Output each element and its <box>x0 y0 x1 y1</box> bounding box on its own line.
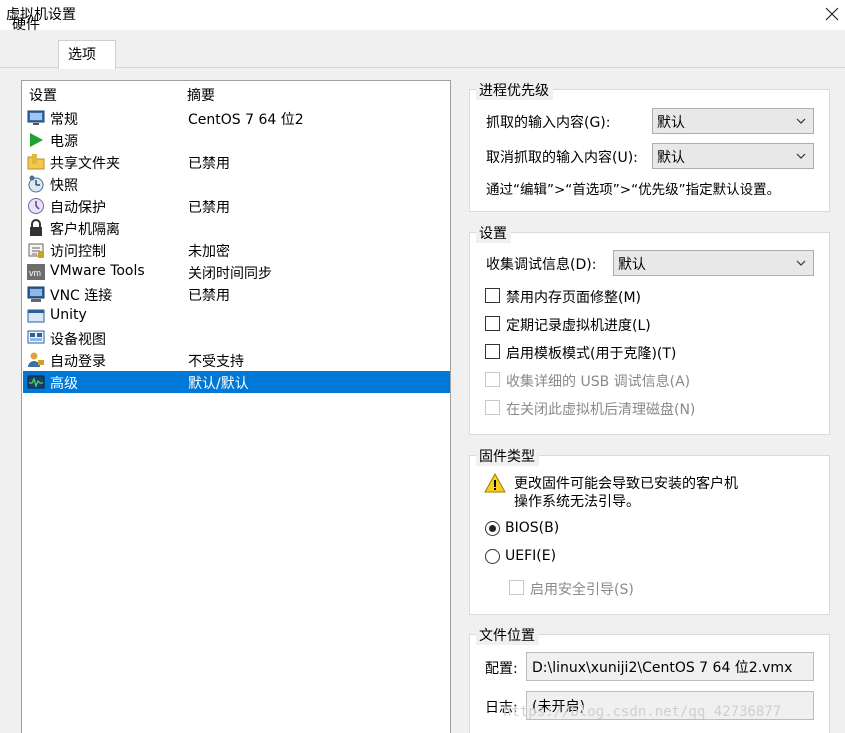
firmware-group-title: 固件类型 <box>476 446 539 466</box>
list-item-summary: CentOS 7 64 位2 <box>188 112 304 128</box>
priority-group-title: 进程优先级 <box>476 80 553 100</box>
access-control-icon <box>28 243 44 258</box>
list-item-label: 快照 <box>50 178 78 194</box>
list-item-label: Unity <box>50 307 87 323</box>
config-path-field[interactable]: D:\linux\xuniji2\CentOS 7 64 位2.vmx <box>526 652 814 681</box>
settings-group-title: 设置 <box>476 223 511 243</box>
monitor-icon <box>27 110 45 125</box>
disable-memory-trim-checkbox[interactable] <box>485 288 500 303</box>
priority-hint: 通过“编辑”>“首选项”>“优先级”指定默认设置。 <box>486 182 781 198</box>
tab-strip <box>0 30 845 68</box>
column-header-setting[interactable]: 设置 <box>29 85 57 105</box>
list-item-label: 访问控制 <box>50 244 106 260</box>
firmware-warning-line1: 更改固件可能会导致已安装的客户机 <box>514 476 738 492</box>
list-item-label: 自动登录 <box>50 354 106 370</box>
disable-memory-trim-label[interactable]: 禁用内存页面修整(M) <box>506 287 641 307</box>
tab-hardware[interactable]: 硬件 <box>7 10 57 38</box>
advanced-icon <box>27 375 45 389</box>
shared-folder-icon <box>27 154 45 170</box>
list-item-general[interactable]: 常规 CentOS 7 64 位2 <box>23 107 450 129</box>
list-item-summary: 未加密 <box>188 244 230 260</box>
ungrab-input-value: 默认 <box>657 150 685 166</box>
clean-disk-checkbox[interactable] <box>485 400 500 415</box>
list-item-summary: 已禁用 <box>188 156 230 172</box>
debug-info-value: 默认 <box>618 257 646 273</box>
log-progress-checkbox[interactable] <box>485 316 500 331</box>
list-item-label: VNC 连接 <box>50 288 113 304</box>
vnc-icon <box>27 286 45 302</box>
list-item-label: 常规 <box>50 112 78 128</box>
usb-debug-label: 收集详细的 USB 调试信息(A) <box>506 374 691 390</box>
list-item-label: 电源 <box>50 134 78 150</box>
list-item-unity[interactable]: Unity <box>23 305 450 327</box>
list-item-label: 高级 <box>50 376 78 392</box>
list-item-summary: 已禁用 <box>188 200 230 216</box>
device-view-icon <box>27 330 45 344</box>
close-button[interactable] <box>818 0 845 28</box>
list-item-summary: 不受支持 <box>188 354 244 370</box>
autoprotect-icon <box>28 198 44 214</box>
secure-boot-checkbox[interactable] <box>509 580 524 595</box>
template-mode-checkbox[interactable] <box>485 344 500 359</box>
list-item-auto-login[interactable]: 自动登录 不受支持 <box>23 349 450 371</box>
config-label: 配置: <box>485 661 518 677</box>
list-item-label: 客户机隔离 <box>50 222 120 238</box>
list-item-access-control[interactable]: 访问控制 未加密 <box>23 239 450 261</box>
file-location-group-title: 文件位置 <box>476 625 539 645</box>
bios-label[interactable]: BIOS(B) <box>505 520 559 536</box>
list-item-guest-isolation[interactable]: 客户机隔离 <box>23 217 450 239</box>
warning-icon <box>484 473 506 493</box>
chevron-down-icon <box>796 260 806 266</box>
template-mode-label[interactable]: 启用模板模式(用于克隆)(T) <box>506 343 676 363</box>
chevron-down-icon <box>796 153 806 159</box>
bios-radio[interactable] <box>485 521 500 536</box>
tab-options[interactable]: 选项 <box>58 40 116 69</box>
title-bar: 虚拟机设置 <box>0 0 845 30</box>
grab-input-dropdown[interactable]: 默认 <box>652 108 814 134</box>
list-item-label: VMware Tools <box>50 263 145 279</box>
list-item-advanced[interactable]: 高级 默认/默认 <box>23 371 450 393</box>
snapshot-icon <box>28 175 44 193</box>
auto-login-icon <box>28 352 44 367</box>
settings-list[interactable]: 设置 摘要 常规 CentOS 7 64 位2 电源 共享文件夹 已禁用 快照 … <box>21 80 451 733</box>
list-item-power[interactable]: 电源 <box>23 129 450 151</box>
grab-input-value: 默认 <box>657 115 685 131</box>
unity-icon <box>27 309 45 323</box>
vmware-tools-icon: vm <box>27 264 45 280</box>
ungrab-input-label: 取消抓取的输入内容(U): <box>486 150 638 166</box>
list-item-vnc[interactable]: VNC 连接 已禁用 <box>23 283 450 305</box>
log-progress-label[interactable]: 定期记录虚拟机进度(L) <box>506 315 651 335</box>
watermark: https://blog.csdn.net/qq_42736877 <box>503 704 782 720</box>
close-icon <box>825 7 838 21</box>
column-header-summary[interactable]: 摘要 <box>187 85 215 105</box>
svg-text:vm: vm <box>29 268 41 278</box>
grab-input-label: 抓取的输入内容(G): <box>486 115 611 131</box>
list-item-label: 自动保护 <box>50 200 106 216</box>
debug-info-dropdown[interactable]: 默认 <box>613 250 814 276</box>
usb-debug-checkbox[interactable] <box>485 372 500 387</box>
secure-boot-label: 启用安全引导(S) <box>530 582 634 598</box>
chevron-down-icon <box>796 118 806 124</box>
play-icon <box>30 133 43 147</box>
list-item-shared-folders[interactable]: 共享文件夹 已禁用 <box>23 151 450 173</box>
config-path-value: D:\linux\xuniji2\CentOS 7 64 位2.vmx <box>532 660 793 676</box>
debug-info-label: 收集调试信息(D): <box>486 257 597 273</box>
ungrab-input-dropdown[interactable]: 默认 <box>652 143 814 169</box>
clean-disk-label: 在关闭此虚拟机后清理磁盘(N) <box>506 402 696 418</box>
list-item-label: 设备视图 <box>50 332 106 348</box>
lock-icon <box>30 219 42 236</box>
list-item-summary: 关闭时间同步 <box>188 266 272 282</box>
list-item-vmware-tools[interactable]: vm VMware Tools 关闭时间同步 <box>23 261 450 283</box>
list-item-snapshots[interactable]: 快照 <box>23 173 450 195</box>
list-item-autoprotect[interactable]: 自动保护 已禁用 <box>23 195 450 217</box>
list-item-device-view[interactable]: 设备视图 <box>23 327 450 349</box>
list-item-label: 共享文件夹 <box>50 156 120 172</box>
list-item-summary: 默认/默认 <box>188 376 249 392</box>
uefi-radio[interactable] <box>485 549 500 564</box>
uefi-label[interactable]: UEFI(E) <box>505 548 556 564</box>
list-item-summary: 已禁用 <box>188 288 230 304</box>
firmware-warning-line2: 操作系统无法引导。 <box>514 494 640 510</box>
